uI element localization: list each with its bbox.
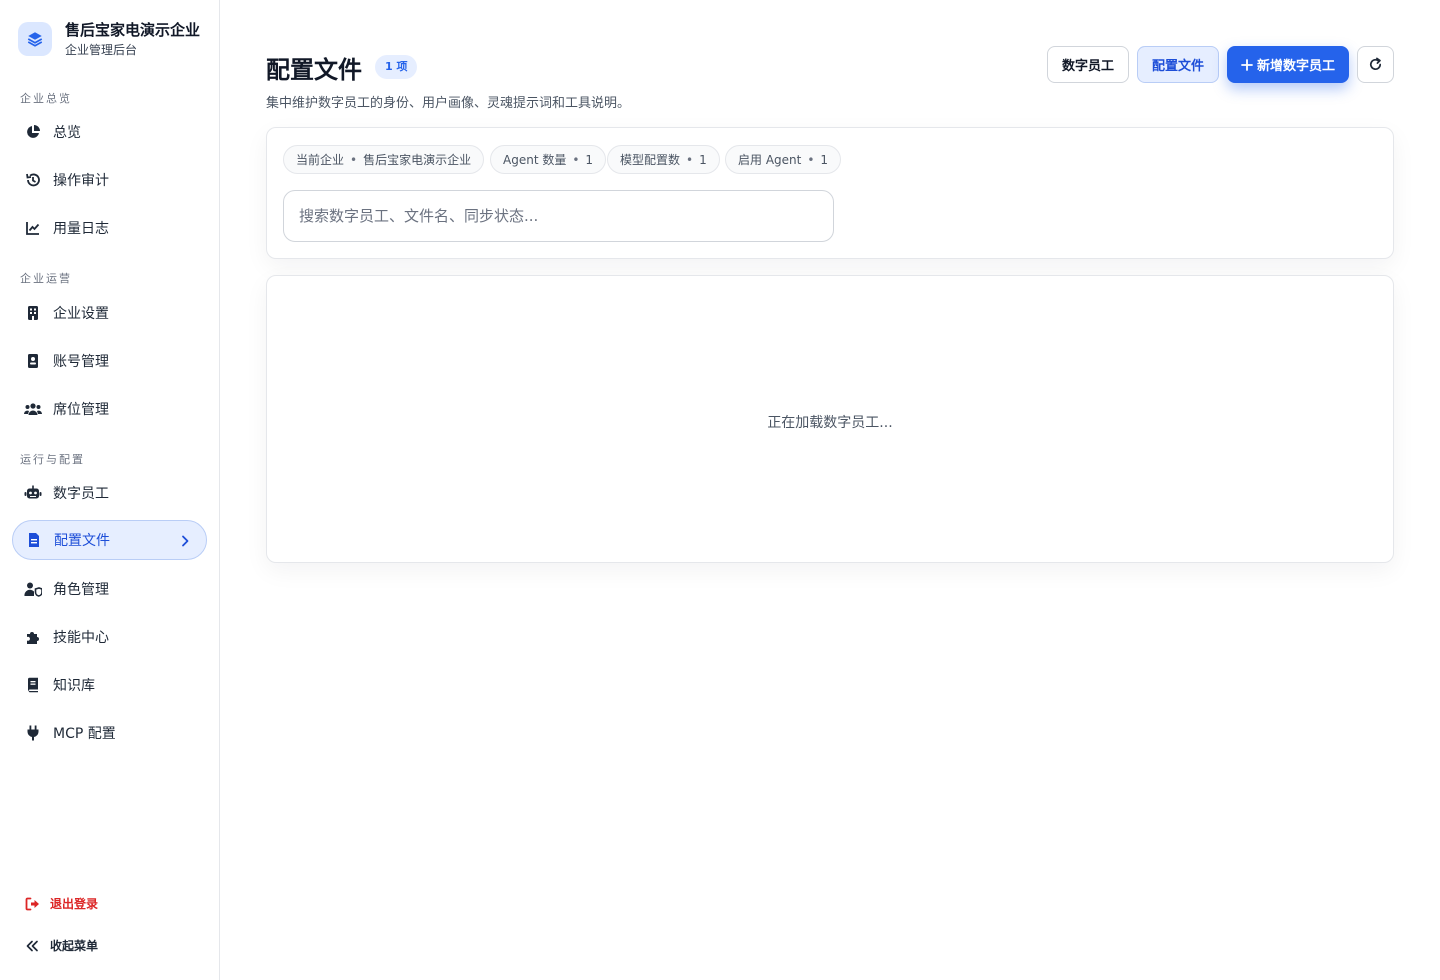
sidebar-item-skills[interactable]: 技能中心 xyxy=(12,617,207,657)
config-files-button[interactable]: 配置文件 xyxy=(1137,46,1219,83)
sidebar-item-label: 席位管理 xyxy=(53,402,109,418)
chevrons-left-icon xyxy=(24,938,40,954)
search-input[interactable] xyxy=(283,190,834,242)
file-icon xyxy=(25,531,43,549)
sidebar-item-label: 用量日志 xyxy=(53,221,109,237)
count-badge: 1 项 xyxy=(375,55,418,79)
id-card-icon xyxy=(24,352,42,370)
sidebar-item-usage[interactable]: 用量日志 xyxy=(12,208,207,248)
chip-enabled-agent: 启用 Agent • 1 xyxy=(725,145,842,174)
sidebar-item-label: 配置文件 xyxy=(54,533,110,549)
digital-employees-button[interactable]: 数字员工 xyxy=(1047,46,1129,83)
sidebar: 售后宝家电演示企业 企业管理后台 企业总览 总览 操作审计 用量日志 企业运营 … xyxy=(0,0,220,980)
content-card: 正在加载数字员工... xyxy=(266,275,1394,563)
sidebar-item-label: 操作审计 xyxy=(53,173,109,189)
sidebar-item-label: 数字员工 xyxy=(53,486,109,502)
chip-value: 1 xyxy=(585,152,594,167)
chevron-right-icon xyxy=(178,533,192,552)
collapse-menu-label: 收起菜单 xyxy=(50,939,99,953)
page-description: 集中维护数字员工的身份、用户画像、灵魂提示词和工具说明。 xyxy=(266,96,631,111)
sidebar-item-label: 企业设置 xyxy=(53,306,109,322)
book-icon xyxy=(24,676,42,694)
history-icon xyxy=(24,171,42,189)
logout-label: 退出登录 xyxy=(50,897,99,911)
sidebar-item-overview[interactable]: 总览 xyxy=(12,112,207,152)
filter-card: 当前企业 • 售后宝家电演示企业 Agent 数量 • 1 模型配置数 • 1 … xyxy=(266,127,1394,259)
chip-label: Agent 数量 xyxy=(503,153,567,167)
brand-subtitle: 企业管理后台 xyxy=(65,43,138,57)
section-label-overview: 企业总览 xyxy=(20,92,72,105)
sidebar-item-roles[interactable]: 角色管理 xyxy=(12,569,207,609)
sidebar-item-seats[interactable]: 席位管理 xyxy=(12,389,207,429)
chip-label: 当前企业 xyxy=(296,153,345,167)
page-title: 配置文件 xyxy=(266,56,362,84)
plug-icon xyxy=(24,724,42,742)
sidebar-item-enterprise-settings[interactable]: 企业设置 xyxy=(12,293,207,333)
add-digital-employee-label: 新增数字员工 xyxy=(1256,59,1335,74)
sidebar-item-label: 技能中心 xyxy=(53,630,109,646)
building-icon xyxy=(24,304,42,322)
sidebar-item-knowledge-base[interactable]: 知识库 xyxy=(12,665,207,705)
chip-agent-count: Agent 数量 • 1 xyxy=(490,145,607,174)
sidebar-item-label: 总览 xyxy=(53,125,81,141)
chip-current-enterprise: 当前企业 • 售后宝家电演示企业 xyxy=(283,145,485,174)
sidebar-item-label: 知识库 xyxy=(53,678,95,694)
sidebar-item-label: MCP 配置 xyxy=(53,726,116,742)
pie-chart-icon xyxy=(24,123,42,141)
puzzle-icon xyxy=(24,628,42,646)
brand: 售后宝家电演示企业 企业管理后台 xyxy=(18,21,200,57)
chip-value: 1 xyxy=(820,152,829,167)
add-digital-employee-button[interactable]: 新增数字员工 xyxy=(1227,46,1349,83)
chip-value: 1 xyxy=(699,152,707,167)
plus-icon xyxy=(1241,58,1253,71)
sidebar-item-accounts[interactable]: 账号管理 xyxy=(12,341,207,381)
sidebar-item-audit[interactable]: 操作审计 xyxy=(12,160,207,200)
line-chart-icon xyxy=(24,219,42,237)
users-icon xyxy=(24,400,42,418)
layers-icon xyxy=(18,22,52,56)
chip-label: 模型配置数 xyxy=(620,153,681,167)
sidebar-item-digital-employees[interactable]: 数字员工 xyxy=(12,473,207,513)
logout-button[interactable]: 退出登录 xyxy=(24,895,98,912)
sidebar-item-label: 角色管理 xyxy=(53,582,109,598)
chip-model-config-count: 模型配置数 • 1 xyxy=(607,145,720,174)
loading-text: 正在加载数字员工... xyxy=(767,415,893,431)
chip-label: 启用 Agent xyxy=(738,153,802,167)
logout-icon xyxy=(24,896,40,912)
refresh-icon xyxy=(1368,57,1383,72)
chip-value: 售后宝家电演示企业 xyxy=(363,153,472,167)
sidebar-item-label: 账号管理 xyxy=(53,354,109,370)
sidebar-item-config-files[interactable]: 配置文件 xyxy=(12,520,207,560)
refresh-button[interactable] xyxy=(1357,46,1394,83)
sidebar-item-mcp[interactable]: MCP 配置 xyxy=(12,713,207,753)
collapse-menu-button[interactable]: 收起菜单 xyxy=(24,937,98,954)
robot-icon xyxy=(24,484,42,502)
user-shield-icon xyxy=(24,580,42,598)
section-label-operations: 企业运营 xyxy=(20,272,72,285)
section-label-runtime: 运行与配置 xyxy=(20,453,85,466)
brand-name: 售后宝家电演示企业 xyxy=(65,21,201,39)
